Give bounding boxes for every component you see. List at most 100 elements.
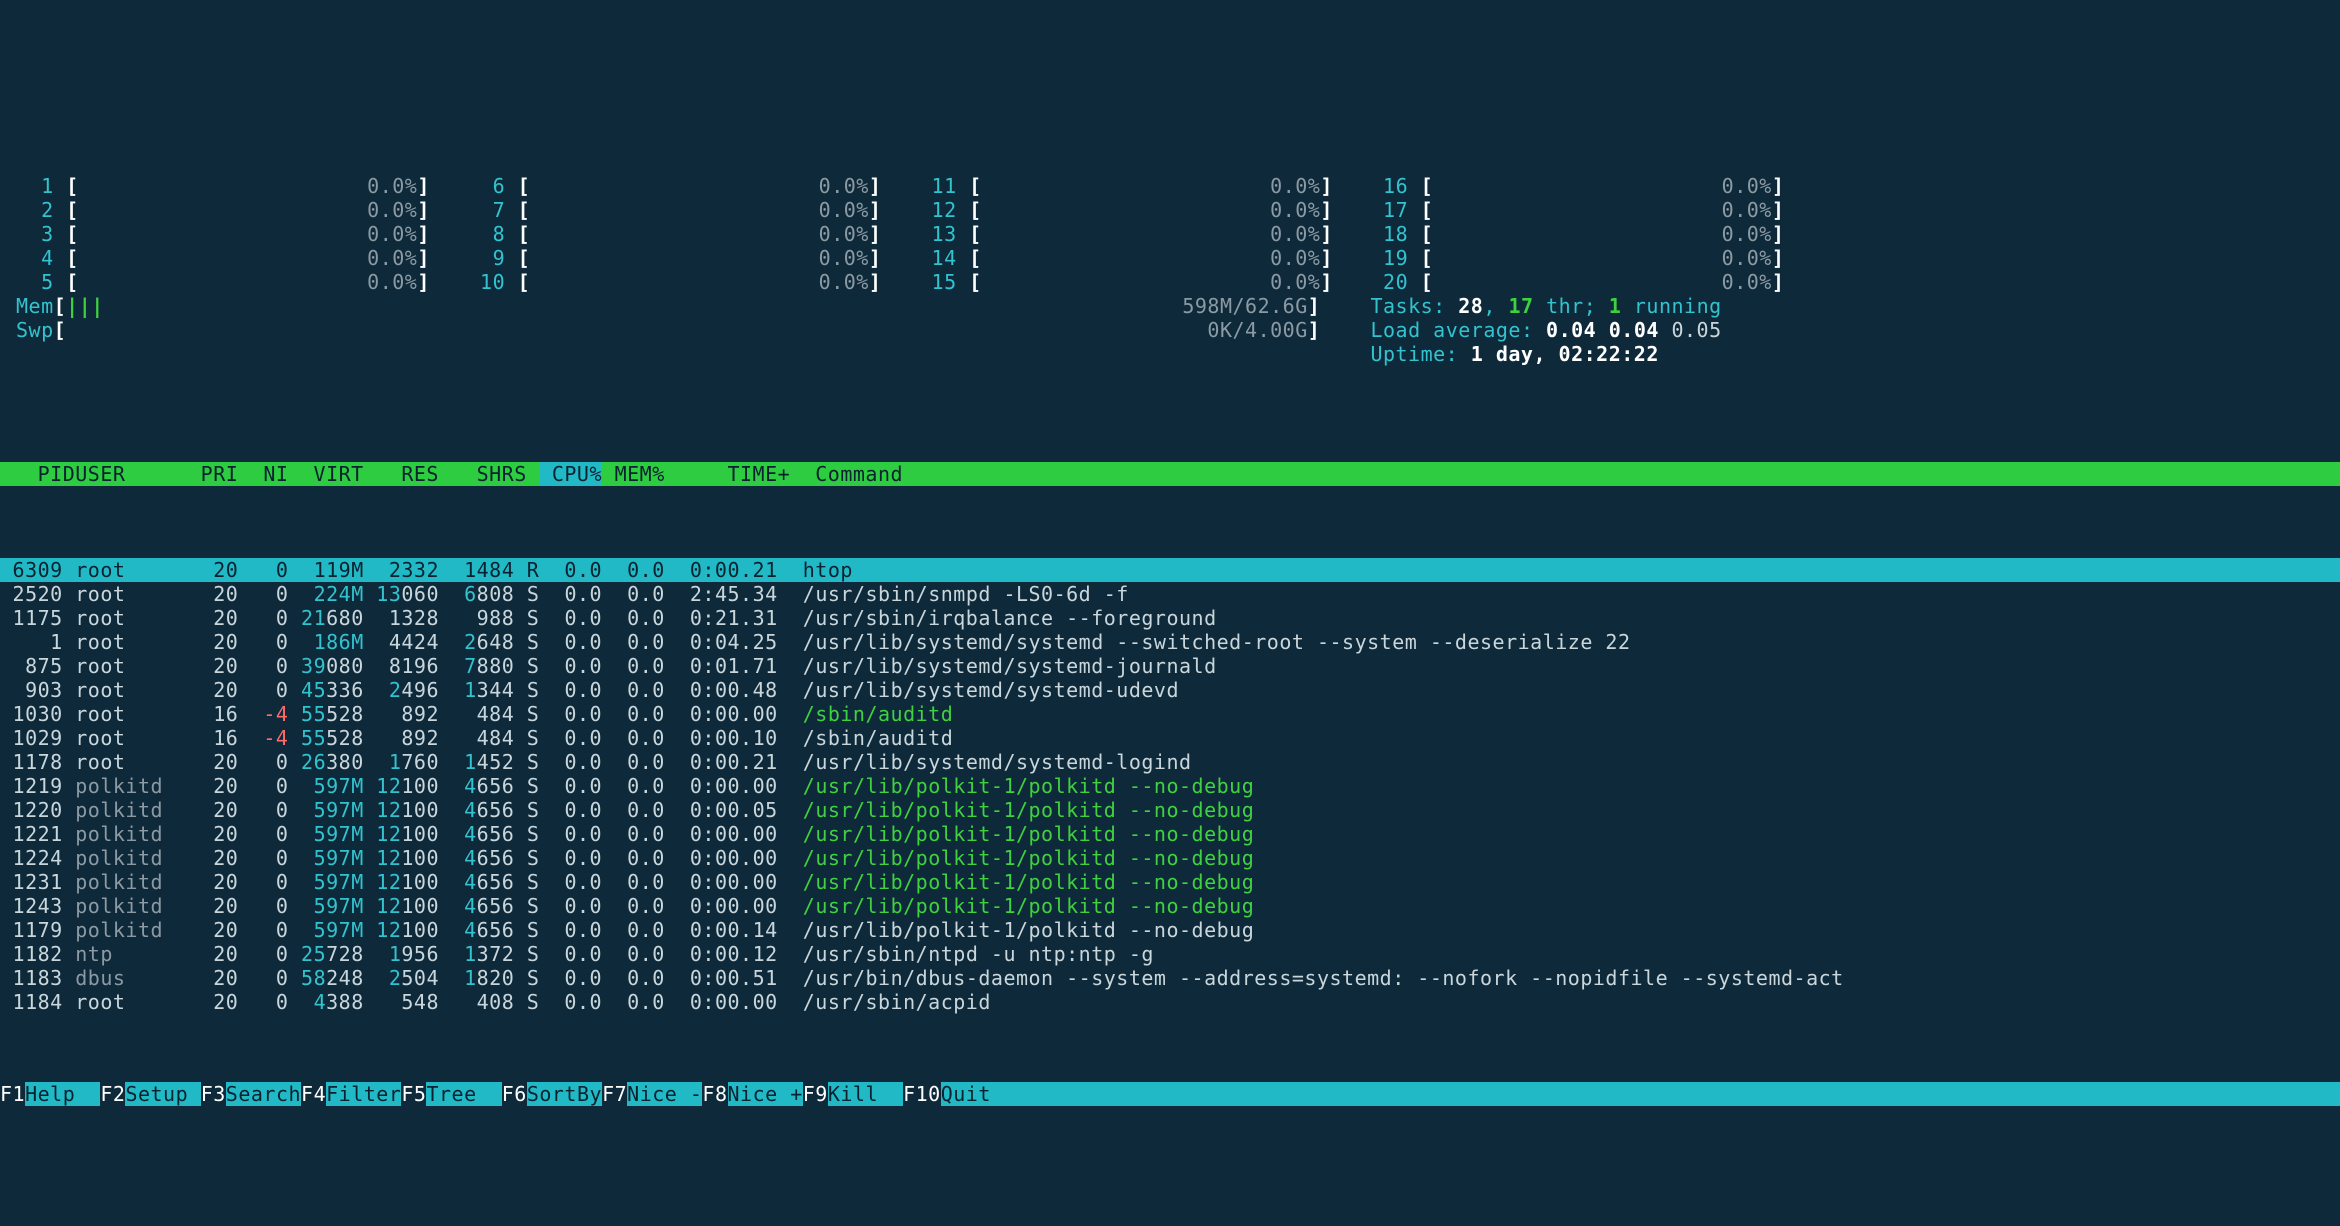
cpu-number: 18 [1371, 222, 1421, 246]
cell-cpu: 0.0 [539, 846, 602, 870]
meters-panel: 1 [ 0.0%] 6 [ 0.0%] 11 [ 0.0%] 16 [ 0.0%… [0, 168, 2340, 390]
fkey-label-f2[interactable]: Setup [125, 1082, 200, 1106]
function-key-bar[interactable]: F1Help F2Setup F3SearchF4FilterF5Tree F6… [0, 1082, 2340, 1106]
cpu-pct: 0.0% [530, 270, 869, 294]
fkey-f4[interactable]: F4 [301, 1082, 326, 1106]
col-mem[interactable]: MEM% [602, 462, 665, 486]
col-shr[interactable]: SHR [439, 462, 514, 486]
fkey-f5[interactable]: F5 [401, 1082, 426, 1106]
process-table-header[interactable]: PIDUSER PRI NI VIRT RES SHRS CPU% MEM% T… [0, 462, 2340, 486]
process-table[interactable]: 6309 root 20 0 119M 2332 1484 R 0.0 0.0 … [0, 558, 2340, 1014]
cpu-number: 1 [16, 174, 66, 198]
table-row[interactable]: 875 root 20 0 39080 8196 7880 S 0.0 0.0 … [0, 654, 2340, 678]
fkey-f2[interactable]: F2 [100, 1082, 125, 1106]
fkey-f3[interactable]: F3 [201, 1082, 226, 1106]
table-row[interactable]: 1182 ntp 20 0 25728 1956 1372 S 0.0 0.0 … [0, 942, 2340, 966]
cell-mem: 0.0 [602, 846, 665, 870]
col-cpu[interactable]: CPU% [539, 462, 602, 486]
cell-ni: 0 [238, 678, 288, 702]
table-row[interactable]: 6309 root 20 0 119M 2332 1484 R 0.0 0.0 … [0, 558, 2340, 582]
table-row[interactable]: 1220 polkitd 20 0 597M 12100 4656 S 0.0 … [0, 798, 2340, 822]
cell-pid: 903 [0, 678, 63, 702]
cpu-number: 17 [1371, 198, 1421, 222]
fkey-f9[interactable]: F9 [803, 1082, 828, 1106]
cell-pri: 20 [188, 606, 238, 630]
table-row[interactable]: 1243 polkitd 20 0 597M 12100 4656 S 0.0 … [0, 894, 2340, 918]
cell-cpu: 0.0 [539, 582, 602, 606]
cell-command: /usr/sbin/acpid [803, 990, 991, 1014]
table-row[interactable]: 1184 root 20 0 4388 548 408 S 0.0 0.0 0:… [0, 990, 2340, 1014]
table-row[interactable]: 1029 root 16 -4 55528 892 484 S 0.0 0.0 … [0, 726, 2340, 750]
table-row[interactable]: 2520 root 20 0 224M 13060 6808 S 0.0 0.0… [0, 582, 2340, 606]
tasks-running: 1 [1609, 294, 1622, 318]
cell-ni: 0 [238, 774, 288, 798]
col-virt[interactable]: VIRT [288, 462, 363, 486]
table-row[interactable]: 1224 polkitd 20 0 597M 12100 4656 S 0.0 … [0, 846, 2340, 870]
cell-cpu: 0.0 [539, 750, 602, 774]
col-user[interactable]: USER [75, 462, 188, 486]
col-command[interactable]: Command [790, 462, 903, 486]
fkey-label-f6[interactable]: SortBy [527, 1082, 602, 1106]
table-row[interactable]: 1178 root 20 0 26380 1760 1452 S 0.0 0.0… [0, 750, 2340, 774]
cell-pri: 20 [188, 558, 238, 582]
cpu-pct: 0.0% [79, 270, 418, 294]
cell-pri: 20 [188, 894, 238, 918]
table-row[interactable]: 1231 polkitd 20 0 597M 12100 4656 S 0.0 … [0, 870, 2340, 894]
cell-command: /usr/sbin/ntpd -u ntp:ntp -g [803, 942, 1154, 966]
cpu-pct: 0.0% [982, 174, 1321, 198]
cell-pid: 1175 [0, 606, 63, 630]
cell-user: root [75, 654, 188, 678]
fkey-label-f8[interactable]: Nice + [728, 1082, 803, 1106]
fkey-label-f10[interactable]: Quit [941, 1082, 1016, 1106]
fkey-f7[interactable]: F7 [602, 1082, 627, 1106]
fkey-label-f5[interactable]: Tree [426, 1082, 501, 1106]
cell-state: S [514, 678, 539, 702]
cell-ni: 0 [238, 798, 288, 822]
cpu-pct: 0.0% [982, 246, 1321, 270]
table-row[interactable]: 1183 dbus 20 0 58248 2504 1820 S 0.0 0.0… [0, 966, 2340, 990]
cpu-number: 6 [468, 174, 518, 198]
col-pri[interactable]: PRI [188, 462, 238, 486]
fkey-label-f3[interactable]: Search [226, 1082, 301, 1106]
fkey-label-f7[interactable]: Nice - [627, 1082, 702, 1106]
fkey-f10[interactable]: F10 [903, 1082, 941, 1106]
table-row[interactable]: 1219 polkitd 20 0 597M 12100 4656 S 0.0 … [0, 774, 2340, 798]
cell-ni: 0 [238, 822, 288, 846]
cell-ni: 0 [238, 990, 288, 1014]
cell-pri: 20 [188, 966, 238, 990]
cell-pri: 20 [188, 798, 238, 822]
cell-command: /usr/lib/polkit-1/polkitd --no-debug [803, 918, 1254, 942]
table-row[interactable]: 1030 root 16 -4 55528 892 484 S 0.0 0.0 … [0, 702, 2340, 726]
tasks-total: 28 [1458, 294, 1483, 318]
table-row[interactable]: 903 root 20 0 45336 2496 1344 S 0.0 0.0 … [0, 678, 2340, 702]
col-res[interactable]: RES [364, 462, 439, 486]
fkey-f8[interactable]: F8 [702, 1082, 727, 1106]
cpu-number: 4 [16, 246, 66, 270]
fkey-label-f4[interactable]: Filter [326, 1082, 401, 1106]
cell-cpu: 0.0 [539, 894, 602, 918]
fkey-label-f1[interactable]: Help [25, 1082, 100, 1106]
table-row[interactable]: 1179 polkitd 20 0 597M 12100 4656 S 0.0 … [0, 918, 2340, 942]
cpu-number: 7 [468, 198, 518, 222]
cell-ni: 0 [238, 918, 288, 942]
col-pid[interactable]: PID [0, 462, 75, 486]
table-row[interactable]: 1221 polkitd 20 0 597M 12100 4656 S 0.0 … [0, 822, 2340, 846]
cell-pri: 16 [188, 726, 238, 750]
cell-ni: -4 [238, 702, 288, 726]
cell-user: root [75, 750, 188, 774]
col-ni[interactable]: NI [238, 462, 288, 486]
fkey-f1[interactable]: F1 [0, 1082, 25, 1106]
cell-user: root [75, 558, 188, 582]
fkey-label-f9[interactable]: Kill [828, 1082, 903, 1106]
cell-ni: 0 [238, 846, 288, 870]
col-s[interactable]: S [514, 462, 539, 486]
cell-time: 0:01.71 [665, 654, 778, 678]
col-time[interactable]: TIME+ [665, 462, 790, 486]
fkey-f6[interactable]: F6 [502, 1082, 527, 1106]
cell-command: /usr/lib/polkit-1/polkitd --no-debug [803, 822, 1254, 846]
table-row[interactable]: 1175 root 20 0 21680 1328 988 S 0.0 0.0 … [0, 606, 2340, 630]
table-row[interactable]: 1 root 20 0 186M 4424 2648 S 0.0 0.0 0:0… [0, 630, 2340, 654]
cell-ni: 0 [238, 630, 288, 654]
cell-user: root [75, 630, 188, 654]
cell-cpu: 0.0 [539, 726, 602, 750]
